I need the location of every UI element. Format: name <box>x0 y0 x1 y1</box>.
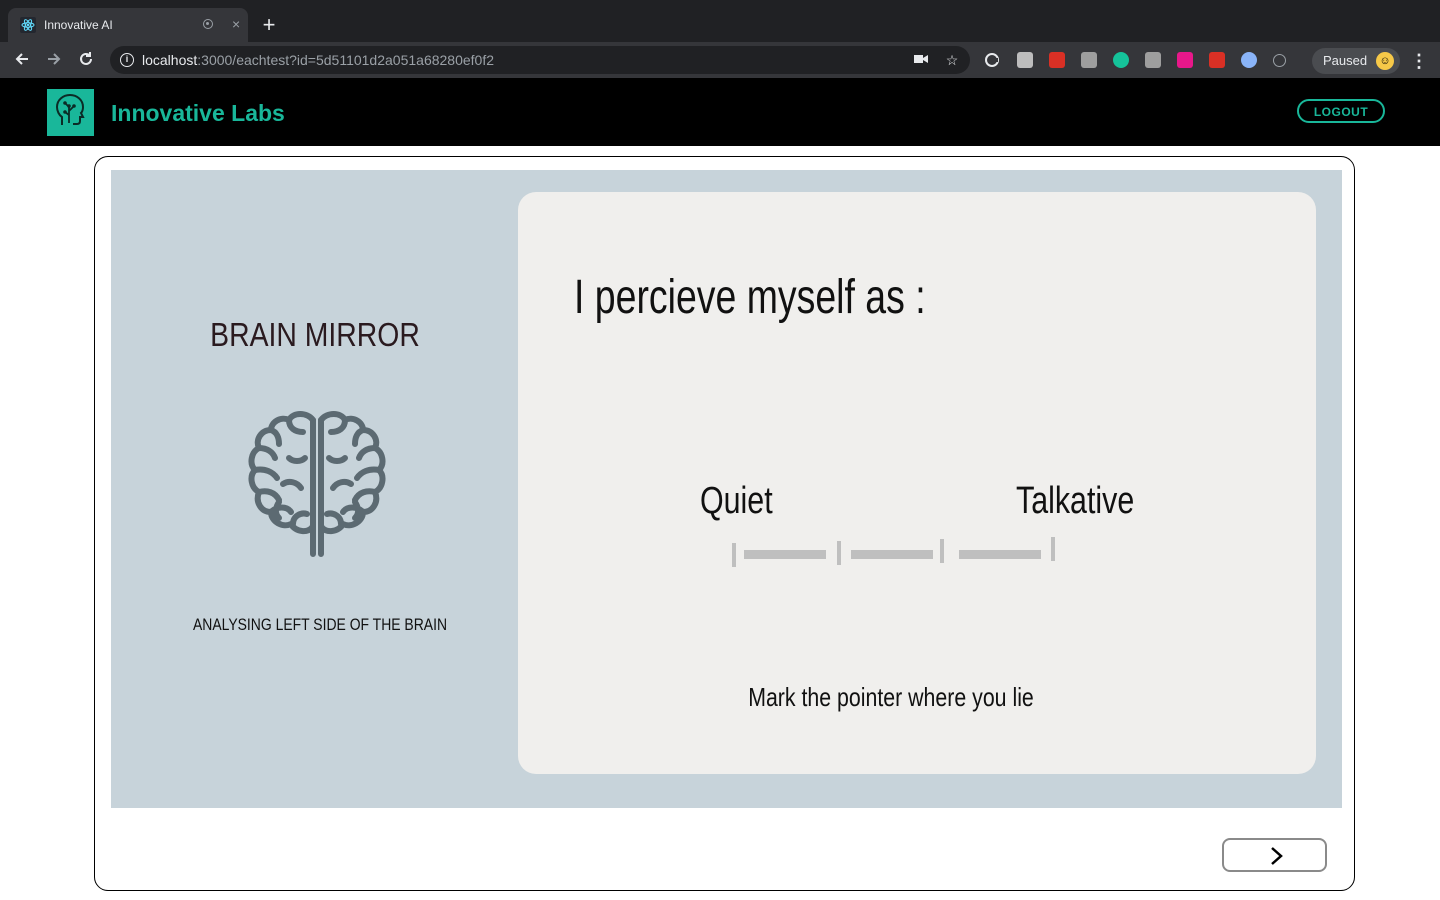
brand-name[interactable]: Innovative Labs <box>111 100 285 127</box>
chevron-right-icon <box>1271 847 1283 865</box>
extension-1b-icon[interactable] <box>1017 52 1033 68</box>
scale-tick[interactable] <box>732 543 736 567</box>
scale-right-label: Talkative <box>1016 480 1135 522</box>
extension-clock-icon[interactable] <box>1273 54 1286 67</box>
browser-menu-icon[interactable]: ⋮ <box>1410 50 1428 72</box>
browser-tab-bar: Innovative AI × + <box>0 0 1440 42</box>
scale-left-label: Quiet <box>700 480 773 522</box>
scale-segment[interactable] <box>744 550 826 559</box>
profile-status: Paused <box>1323 53 1368 68</box>
camera-icon[interactable] <box>913 52 929 68</box>
instruction-text: Mark the pointer where you lie <box>748 682 1034 712</box>
profile-button[interactable]: Paused ☺ <box>1312 48 1400 74</box>
app-header: Innovative Labs LOGOUT <box>0 78 1440 146</box>
scale-tick[interactable] <box>940 539 944 563</box>
next-button[interactable] <box>1222 838 1327 872</box>
extension-chart-icon[interactable] <box>1049 52 1065 68</box>
extension-puzzle-icon[interactable] <box>1209 52 1225 68</box>
section-subtitle: ANALYSING LEFT SIDE OF THE BRAIN <box>192 615 448 634</box>
bookmark-star-icon[interactable]: ☆ <box>944 52 960 68</box>
scale-tick[interactable] <box>1051 537 1055 561</box>
logo-icon <box>47 89 94 136</box>
avatar: ☺ <box>1376 52 1394 70</box>
extension-es-icon[interactable] <box>1081 52 1097 68</box>
extension-drop-icon[interactable] <box>1241 52 1257 68</box>
back-icon[interactable] <box>12 50 32 70</box>
tab-close-icon[interactable]: × <box>232 16 240 32</box>
scale-tick[interactable] <box>837 541 841 565</box>
reload-icon[interactable] <box>76 50 96 70</box>
extension-w-icon[interactable] <box>1177 52 1193 68</box>
scale-segment[interactable] <box>851 550 933 559</box>
tab-title: Innovative AI <box>44 18 113 32</box>
url-text: localhost:3000/eachtest?id=5d51101d2a051… <box>142 52 495 68</box>
forward-icon[interactable] <box>44 50 64 70</box>
extension-lock-icon[interactable] <box>1145 52 1161 68</box>
new-tab-button[interactable]: + <box>256 12 282 38</box>
grammarly-icon[interactable] <box>1113 52 1129 68</box>
brain-icon <box>248 411 386 557</box>
media-recording-icon <box>203 19 213 29</box>
browser-tab[interactable]: Innovative AI × <box>8 8 248 42</box>
logout-button[interactable]: LOGOUT <box>1297 99 1385 123</box>
extension-refresh-icon[interactable] <box>984 52 1000 68</box>
question-card: I percieve myself as : Quiet Talkative M… <box>518 192 1316 774</box>
question-prompt: I percieve myself as : <box>574 271 926 324</box>
address-bar[interactable]: i localhost:3000/eachtest?id=5d51101d2a0… <box>110 46 970 74</box>
site-info-icon[interactable]: i <box>120 53 134 67</box>
section-title: BRAIN MIRROR <box>210 316 420 353</box>
scale-segment[interactable] <box>959 550 1041 559</box>
react-favicon-icon <box>20 17 36 33</box>
rating-scale[interactable] <box>730 537 1060 567</box>
